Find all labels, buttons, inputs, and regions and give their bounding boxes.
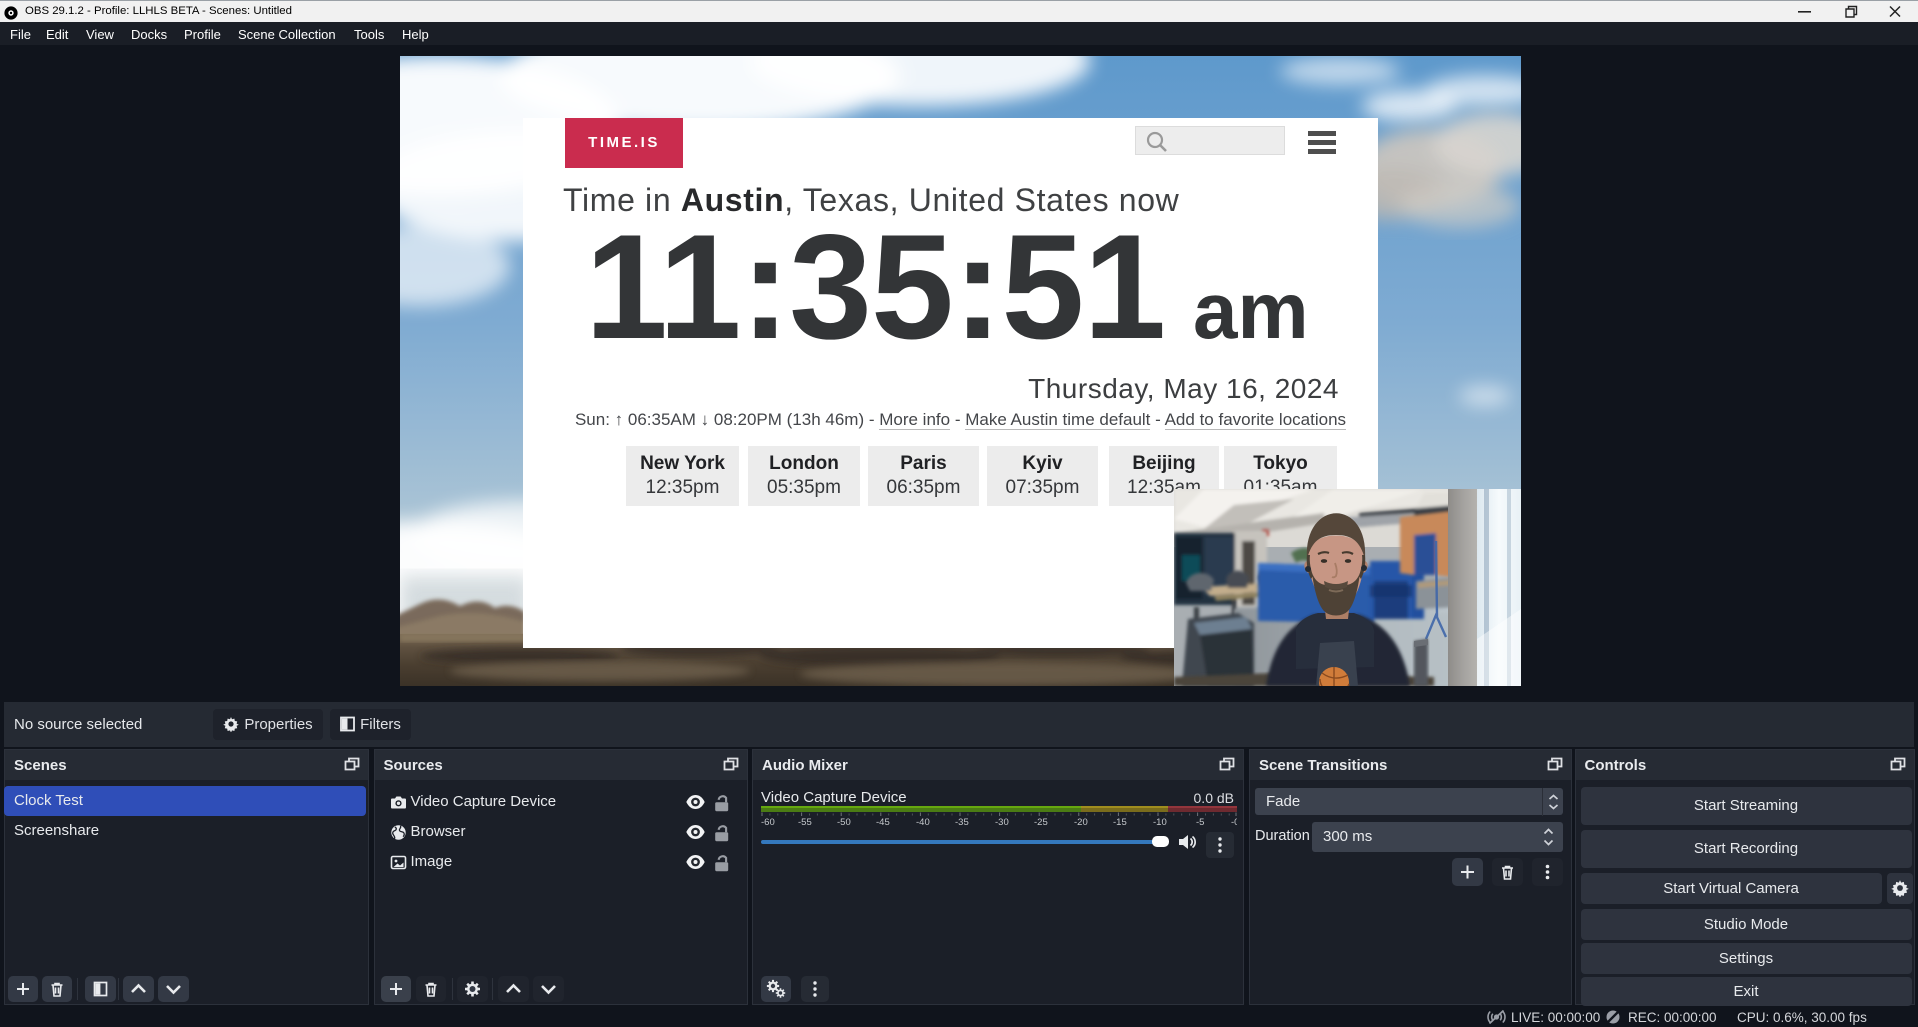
svg-text:-40: -40 [916,817,930,828]
svg-text:-0: -0 [1231,817,1237,828]
svg-text:-45: -45 [876,817,890,828]
svg-text:-50: -50 [837,817,851,828]
svg-text:-5: -5 [1196,817,1204,828]
svg-text:-30: -30 [995,817,1009,828]
svg-text:-25: -25 [1034,817,1048,828]
svg-text:-10: -10 [1153,817,1167,828]
svg-text:-55: -55 [798,817,812,828]
svg-text:-60: -60 [761,817,775,828]
svg-text:-20: -20 [1074,817,1088,828]
svg-text:-15: -15 [1113,817,1127,828]
svg-text:-35: -35 [955,817,969,828]
